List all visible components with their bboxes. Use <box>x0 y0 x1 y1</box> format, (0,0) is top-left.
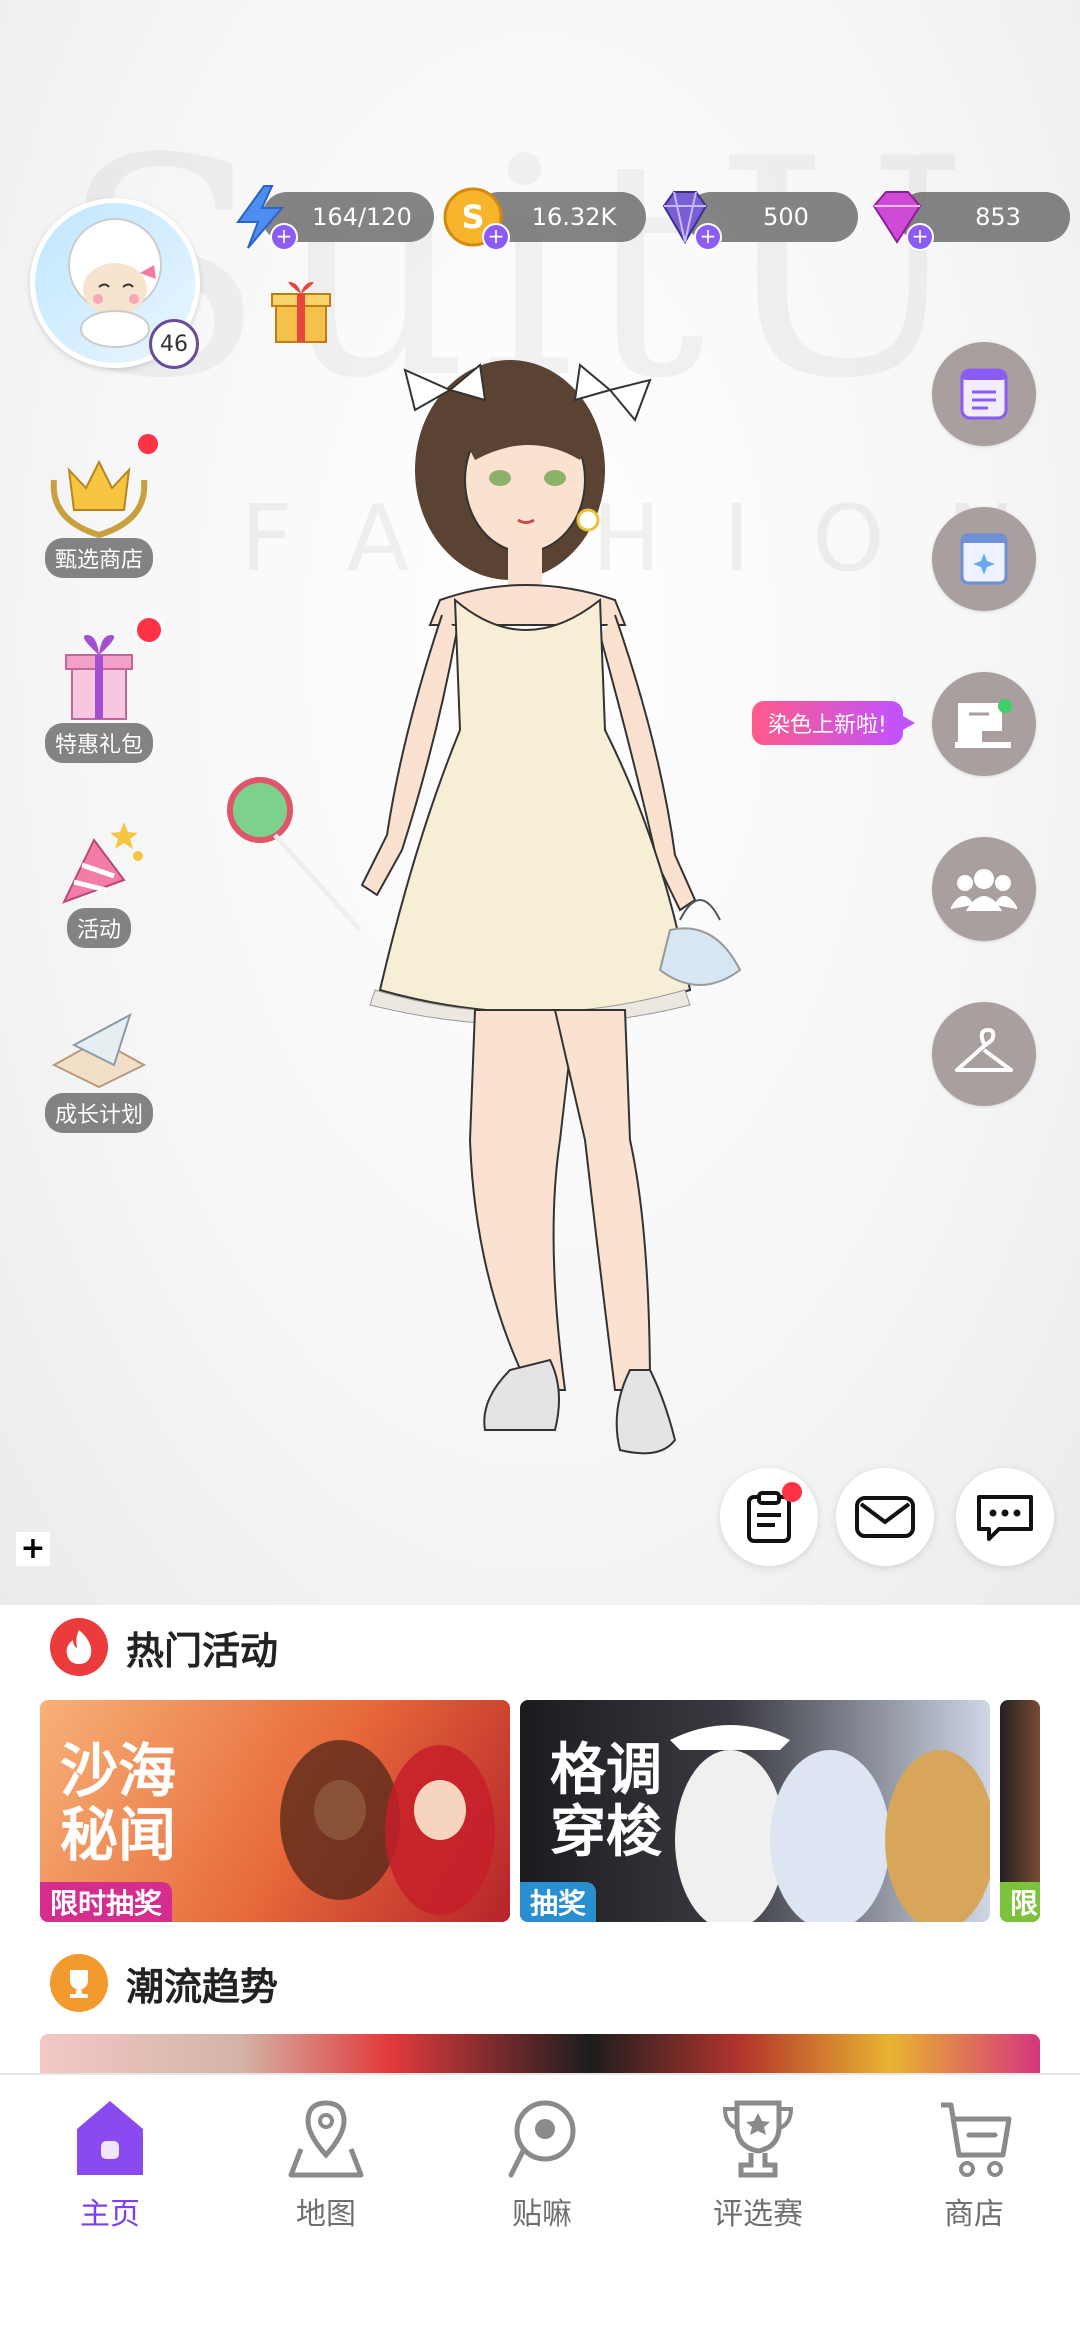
growth-plan-entry[interactable]: 成长计划 <box>38 995 160 1133</box>
events-entry[interactable]: 活动 <box>38 810 160 948</box>
add-coins-button[interactable]: + <box>482 223 510 251</box>
notification-dot <box>134 615 164 645</box>
event-card[interactable]: 限 <box>1000 1700 1040 1922</box>
trophy-badge-icon <box>50 1954 108 2012</box>
events-label: 活动 <box>66 908 131 948</box>
notification-dot <box>138 434 158 454</box>
nav-posts[interactable]: 贴嘛 <box>472 2095 612 2233</box>
flame-icon <box>50 1618 108 1676</box>
nav-map-label: 地图 <box>296 2197 356 2232</box>
trend-title: 潮流趋势 <box>126 1964 279 2009</box>
player-avatar[interactable]: 46 <box>30 198 200 369</box>
growth-plan-label: 成长计划 <box>44 1093 153 1133</box>
notice-button[interactable] <box>720 1468 818 1566</box>
chat-circle-icon <box>508 2100 576 2178</box>
wardrobe-button[interactable] <box>932 1002 1036 1106</box>
mail-icon <box>855 1496 915 1538</box>
mail-button[interactable] <box>836 1468 934 1566</box>
svg-text:S: S <box>461 198 484 236</box>
gift-icon[interactable] <box>270 280 332 346</box>
expand-button[interactable]: + <box>16 1532 50 1566</box>
hot-events-header: 热门活动 <box>50 1618 278 1676</box>
character-model[interactable] <box>210 360 810 1540</box>
list-icon <box>960 368 1008 420</box>
diamonds-value: 500 <box>763 203 809 231</box>
dye-update-bubble[interactable]: 染色上新啦! <box>752 701 915 745</box>
event-card-title: 格调穿梭 <box>550 1737 662 1865</box>
dressup-stage: SuitU FASHION™ <box>0 0 1080 1605</box>
event-card-title: 沙海秘闻 <box>60 1737 177 1869</box>
crown-icon <box>50 459 148 539</box>
player-level-badge: 46 <box>149 319 199 369</box>
nav-map[interactable]: 地图 <box>256 2095 396 2233</box>
add-gems-button[interactable]: + <box>906 223 934 251</box>
trophy-icon <box>722 2100 794 2178</box>
group-icon <box>951 869 1017 911</box>
dye-button[interactable] <box>932 672 1036 776</box>
nav-home[interactable]: 主页 <box>40 2095 180 2233</box>
event-card-tag: 抽奖 <box>520 1882 597 1922</box>
sewing-machine-icon <box>955 699 1012 748</box>
party-popper-icon <box>62 822 143 904</box>
trend-card-strip[interactable] <box>40 2034 1040 2074</box>
special-pack-entry[interactable]: 特惠礼包 <box>38 615 164 763</box>
event-card-tag: 限时抽奖 <box>40 1882 173 1922</box>
event-card-tag: 限 <box>1000 1882 1040 1922</box>
coins-value: 16.32K <box>531 203 617 231</box>
nav-contest[interactable]: 评选赛 <box>688 2095 828 2233</box>
paper-plane-icon <box>51 1012 147 1089</box>
chat-button[interactable] <box>956 1468 1054 1566</box>
select-shop-label: 甄选商店 <box>44 538 153 578</box>
chat-bubble-icon <box>977 1495 1033 1541</box>
nav-home-label: 主页 <box>80 2197 140 2232</box>
event-card[interactable]: 格调穿梭 抽奖 <box>520 1700 990 1922</box>
nav-contest-label: 评选赛 <box>713 2197 803 2232</box>
event-card[interactable]: 沙海秘闻 限时抽奖 <box>40 1700 510 1922</box>
bottom-nav: 主页 地图 贴嘛 评选赛 商店 <box>0 2073 1080 2350</box>
nav-shop-label: 商店 <box>944 2197 1004 2232</box>
add-diamonds-button[interactable]: + <box>694 223 722 251</box>
tasks-button[interactable] <box>932 342 1036 446</box>
special-pack-label: 特惠礼包 <box>44 723 153 763</box>
cart-icon <box>941 2102 1012 2177</box>
nav-shop[interactable]: 商店 <box>904 2095 1044 2233</box>
select-shop-entry[interactable]: 甄选商店 <box>38 434 160 578</box>
guide-button[interactable] <box>932 507 1036 611</box>
trend-header: 潮流趋势 <box>50 1954 278 2012</box>
nav-posts-label: 贴嘛 <box>512 2197 572 2232</box>
add-stamina-button[interactable]: + <box>270 223 298 251</box>
book-icon <box>960 533 1008 585</box>
hot-events-title: 热门活动 <box>126 1628 279 1673</box>
notification-dot <box>782 1482 802 1502</box>
stamina-value: 164/120 <box>312 203 412 231</box>
home-icon <box>77 2101 143 2175</box>
map-pin-icon <box>288 2100 364 2178</box>
friends-button[interactable] <box>932 837 1036 941</box>
hanger-icon <box>955 1028 1013 1072</box>
gems-value: 853 <box>975 203 1021 231</box>
